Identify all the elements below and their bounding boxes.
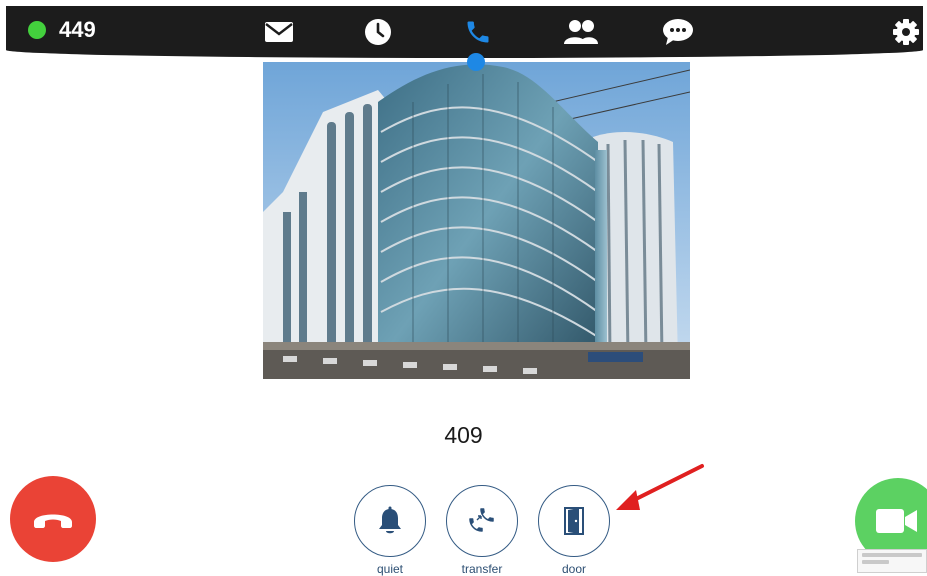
hangup-phone-icon: [34, 514, 72, 528]
building-camera-image: [263, 62, 690, 379]
own-extension-number: 449: [59, 17, 96, 42]
caller-number: 409: [444, 422, 483, 448]
phone-icon[interactable]: [462, 16, 494, 48]
clock-icon[interactable]: [362, 16, 394, 48]
top-navigation-bar: 449: [6, 6, 923, 58]
envelope-icon[interactable]: [263, 16, 295, 48]
transfer-icon: [469, 508, 494, 532]
annotation-arrow-icon: [616, 464, 704, 510]
door-icon: [564, 507, 584, 535]
active-tab-indicator: [467, 53, 485, 71]
bell-icon: [379, 506, 401, 534]
chat-icon[interactable]: [662, 16, 694, 48]
door-label: door: [561, 562, 587, 576]
gear-icon[interactable]: [890, 16, 922, 48]
quiet-label: quiet: [376, 562, 404, 576]
door-button[interactable]: [538, 485, 610, 557]
notification-popup: [857, 549, 927, 573]
video-camera-icon: [876, 509, 917, 533]
hangup-button[interactable]: [10, 476, 96, 562]
transfer-button[interactable]: [446, 485, 518, 557]
contacts-icon[interactable]: [562, 16, 600, 48]
transfer-label: transfer: [461, 562, 503, 576]
online-status-indicator: [28, 21, 46, 39]
quiet-button[interactable]: [354, 485, 426, 557]
